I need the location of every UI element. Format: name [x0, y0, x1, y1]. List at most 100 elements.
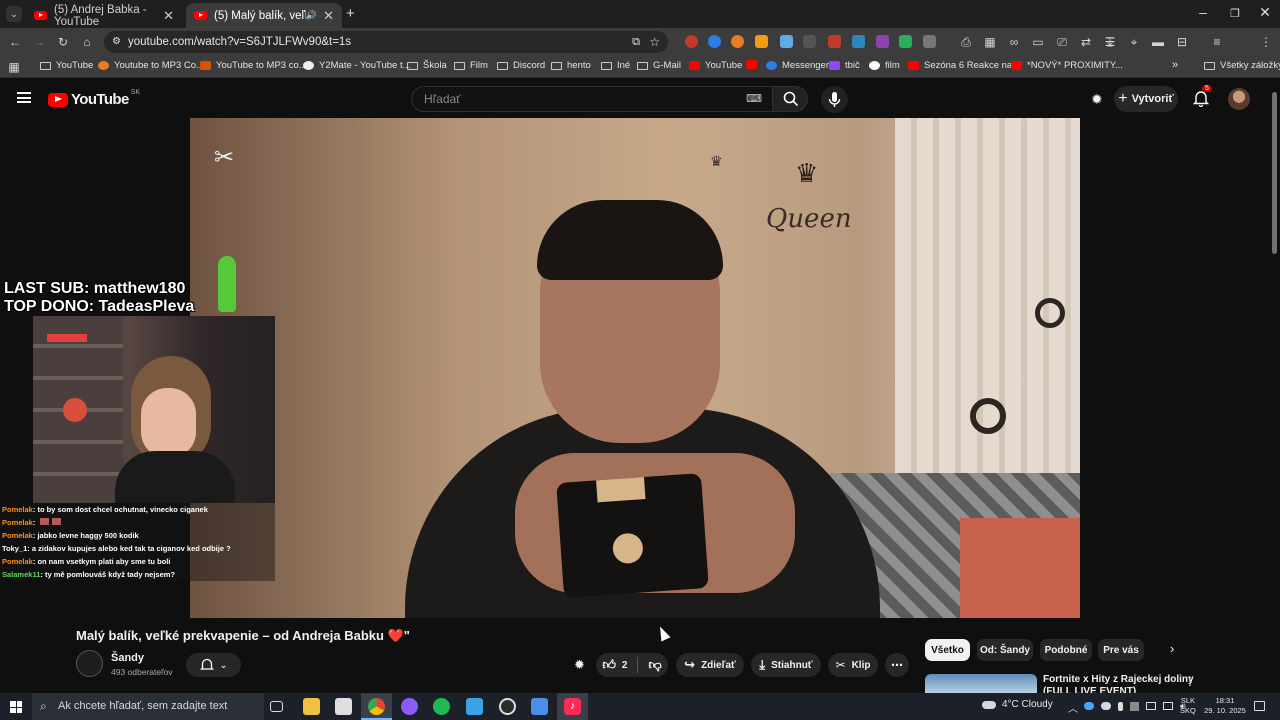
- bookmark-star-icon[interactable]: ☆: [649, 31, 660, 53]
- tab-andrej-babka[interactable]: (5) Andrej Babka - YouTube ✕: [26, 3, 182, 28]
- file-explorer-icon[interactable]: [303, 698, 320, 715]
- extension-icon[interactable]: [780, 35, 793, 48]
- chips-next-icon[interactable]: ›: [1170, 641, 1174, 656]
- search-input[interactable]: Hľadať ⌨: [411, 86, 773, 112]
- bookmark-ine[interactable]: Iné: [601, 60, 630, 71]
- video-player[interactable]: ♛ Queen ♛ ✂: [190, 118, 1080, 618]
- bookmark-film[interactable]: Film: [454, 60, 488, 71]
- task-view-icon[interactable]: [270, 701, 283, 712]
- install-icon[interactable]: ⧉: [632, 31, 640, 53]
- page-scrollbar[interactable]: [1272, 92, 1277, 254]
- network-icon[interactable]: [1163, 702, 1173, 710]
- bookmark-yt-mp3[interactable]: Youtube to MP3 Co...: [98, 60, 204, 71]
- onedrive-icon[interactable]: [1084, 702, 1094, 710]
- bookmark-all[interactable]: Všetky záložky: [1204, 60, 1280, 71]
- apps-grid-icon[interactable]: ▦: [7, 60, 21, 74]
- bookmark-messenger[interactable]: Messenger: [766, 60, 829, 71]
- extension-icon[interactable]: [685, 35, 698, 48]
- bookmark-proximity[interactable]: *NOVÝ* PROXIMITY...: [1011, 60, 1123, 71]
- address-bar[interactable]: ⚙ youtube.com/watch?v=S6JTJLFWv90&t=1s ⧉…: [104, 31, 668, 53]
- extension-icon[interactable]: [731, 35, 744, 48]
- display-icon[interactable]: [1146, 702, 1156, 710]
- tab-close-icon[interactable]: ✕: [163, 8, 174, 24]
- chrome-taskbar-button[interactable]: [361, 693, 392, 720]
- extension-icon[interactable]: [708, 35, 721, 48]
- like-button[interactable]: 👍︎ 2: [602, 657, 627, 673]
- location-icon[interactable]: ⌖: [1127, 35, 1141, 49]
- extension-icon[interactable]: [852, 35, 865, 48]
- channel-avatar[interactable]: [76, 650, 103, 677]
- extension-icon[interactable]: [828, 35, 841, 48]
- cast-icon[interactable]: ⎚: [1055, 35, 1069, 49]
- chrome-menu-icon[interactable]: ⋮: [1259, 35, 1273, 49]
- weather-widget[interactable]: 4°C Cloudy: [982, 699, 1053, 710]
- extension-icon[interactable]: [803, 35, 816, 48]
- voice-search-button[interactable]: [821, 86, 848, 113]
- chip-all[interactable]: Všetko: [925, 639, 970, 661]
- clock[interactable]: 18:31 29. 10. 2025: [1202, 696, 1248, 716]
- extension-action-icon[interactable]: ✹: [574, 657, 585, 673]
- messenger-app-icon[interactable]: [401, 698, 418, 715]
- link-icon[interactable]: ∞: [1007, 35, 1021, 49]
- bookmark-yt-mp3-2[interactable]: YouTube to MP3 co...: [200, 60, 307, 71]
- extension-icon[interactable]: [876, 35, 889, 48]
- tab-close-icon[interactable]: ✕: [323, 8, 334, 24]
- extension-gear-icon[interactable]: ✹: [1091, 91, 1103, 108]
- share-button[interactable]: ↪ Zdieľať: [676, 653, 744, 677]
- minimize-icon[interactable]: –: [1188, 4, 1218, 20]
- spotify-icon[interactable]: [433, 698, 450, 715]
- bookmark-y2mate[interactable]: Y2Mate - YouTube t...: [303, 60, 411, 71]
- store-icon[interactable]: [335, 698, 352, 715]
- subscribed-notification-button[interactable]: ⌄: [186, 653, 241, 677]
- windows-start-icon[interactable]: [10, 701, 22, 713]
- recommendation-thumbnail[interactable]: [925, 674, 1037, 693]
- extension-icon[interactable]: [755, 35, 768, 48]
- cloud-tray-icon[interactable]: [1101, 702, 1111, 710]
- notifications-button[interactable]: 5: [1192, 85, 1212, 112]
- bookmark-youtube-2[interactable]: YouTube: [689, 60, 742, 71]
- home-icon[interactable]: ⌂: [80, 35, 94, 49]
- translate-icon[interactable]: ⇄: [1079, 35, 1093, 49]
- tiktok-taskbar-button[interactable]: ♪: [557, 693, 588, 720]
- bookmarks-overflow-icon[interactable]: »: [1172, 59, 1178, 71]
- dislike-button[interactable]: 👎︎: [648, 657, 661, 673]
- apps-icon[interactable]: ▦: [983, 35, 997, 49]
- mic-tray-icon[interactable]: [1118, 702, 1123, 711]
- download-button[interactable]: ⤓ Stiahnuť: [751, 653, 821, 677]
- reload-icon[interactable]: ↻: [56, 35, 70, 49]
- site-info-icon[interactable]: ⚙: [112, 31, 121, 53]
- extension-icon[interactable]: [899, 35, 912, 48]
- back-icon[interactable]: ←: [8, 35, 22, 49]
- recommendation-title[interactable]: Fortnite x Hity z Rajeckej doliny: [1043, 674, 1194, 685]
- notification-center-icon[interactable]: [1254, 701, 1265, 711]
- print-icon[interactable]: ⎙: [959, 35, 973, 49]
- forward-icon[interactable]: →: [32, 35, 46, 49]
- side-panel-icon[interactable]: ≡: [1210, 35, 1224, 49]
- window-close-icon[interactable]: ✕: [1250, 4, 1280, 21]
- clip-button[interactable]: ✂ Klip: [828, 653, 878, 677]
- taskbar-search-input[interactable]: ⌕ Ak chcete hľadať, sem zadajte text: [32, 693, 264, 720]
- bookmark-discord[interactable]: Discord: [497, 60, 545, 71]
- bookmark-sezona[interactable]: Sezóna 6 Reakce na...: [908, 60, 1020, 71]
- chip-from-sandy[interactable]: Od: Šandy: [977, 639, 1033, 661]
- bookmark-gmail[interactable]: G-Mail: [637, 60, 681, 71]
- bookmark-skola[interactable]: Škola: [407, 60, 447, 71]
- tray-overflow-icon[interactable]: ︿: [1068, 700, 1078, 715]
- audio-playing-icon[interactable]: 🔊: [306, 10, 317, 21]
- account-avatar[interactable]: [1228, 88, 1250, 110]
- app-icon[interactable]: [466, 698, 483, 715]
- app-icon[interactable]: [531, 698, 548, 715]
- extensions-puzzle-icon[interactable]: [923, 35, 936, 48]
- bookmark-hento[interactable]: hento: [551, 60, 591, 71]
- keyboard-icon[interactable]: ⌨: [746, 87, 762, 111]
- channel-name[interactable]: Šandy: [111, 652, 144, 664]
- create-button[interactable]: + Vytvoriť: [1114, 86, 1178, 112]
- chip-for-you[interactable]: Pre vás: [1098, 639, 1144, 661]
- restore-icon[interactable]: ❐: [1220, 7, 1250, 20]
- more-actions-button[interactable]: ⋯: [885, 653, 909, 677]
- tab-maly-balik[interactable]: (5) Malý balík, veľké prekva 🔊 ✕: [186, 3, 342, 28]
- tab-list-chevron-icon[interactable]: ⌄: [6, 6, 22, 22]
- screenshot-icon[interactable]: ▭: [1031, 35, 1045, 49]
- bookmark-film-2[interactable]: film: [869, 60, 900, 71]
- tab-search-icon[interactable]: ⊟: [1175, 35, 1189, 49]
